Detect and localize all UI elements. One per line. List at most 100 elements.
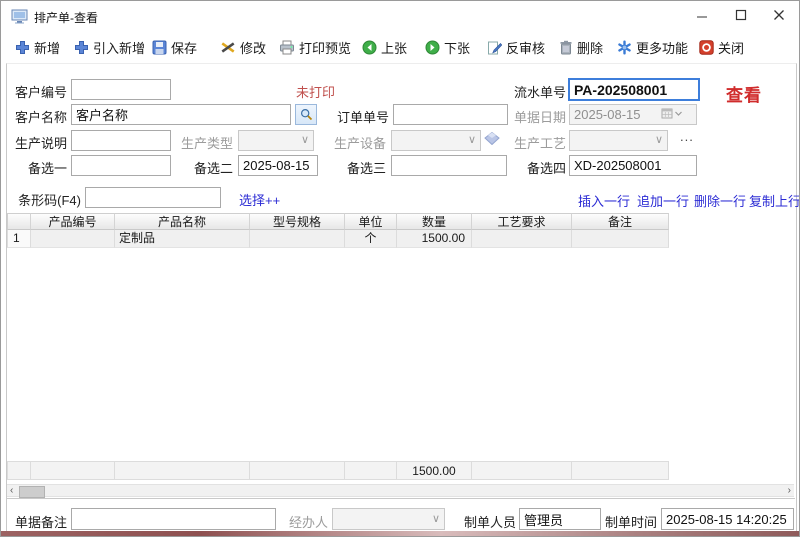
col-header-spec[interactable]: 型号规格: [250, 213, 345, 230]
production-order-window: 排产单-查看 新增 引入新增 保存 修改 打印预览 上张 下张 反审核 删除 更…: [0, 0, 800, 537]
print-preview-button[interactable]: 打印预览: [279, 37, 351, 57]
table-row[interactable]: 1 定制品 个 1500.00: [7, 230, 669, 248]
close-icon: [774, 10, 784, 20]
next-record-icon: [425, 40, 440, 54]
chevron-down-icon: ∨: [300, 134, 309, 146]
cell-product-code[interactable]: [31, 230, 115, 248]
product-table: 产品编号 产品名称 型号规格 单位 数量 工艺要求 备注 1 定制品 个 150…: [7, 213, 669, 248]
prod-equip-label: 生产设备: [333, 136, 386, 151]
prod-type-select[interactable]: ∨: [238, 130, 314, 151]
option4-label: 备选四: [526, 161, 566, 176]
select-plus-link[interactable]: 选择++: [239, 190, 280, 209]
append-row-link[interactable]: 追加一行: [637, 191, 689, 210]
order-no-input[interactable]: [393, 104, 508, 125]
minimize-button[interactable]: [684, 3, 720, 27]
cell-product-name[interactable]: 定制品: [115, 230, 250, 248]
import-add-button[interactable]: 引入新增: [74, 37, 145, 57]
window-bottom-edge: [1, 531, 799, 536]
scroll-right-icon[interactable]: ›: [788, 485, 791, 497]
creator-label: 制单人员: [463, 515, 516, 530]
handler-select[interactable]: ∨: [332, 508, 445, 530]
customer-lookup-button[interactable]: [295, 104, 317, 125]
doc-remark-label: 单据备注: [14, 515, 67, 530]
cell-craft[interactable]: [472, 230, 572, 248]
footer-divider: [6, 498, 795, 499]
handler-label: 经办人: [288, 515, 328, 530]
add-button[interactable]: 新增: [15, 37, 60, 57]
barcode-label: 条形码(F4): [18, 193, 81, 208]
scrollbar-thumb[interactable]: [19, 486, 45, 498]
prev-record-button[interactable]: 上张: [362, 37, 407, 57]
save-button[interactable]: 保存: [152, 37, 197, 57]
close-window-button[interactable]: [761, 3, 797, 27]
prev-record-icon: [362, 40, 377, 54]
save-icon: [152, 40, 167, 54]
option3-input[interactable]: [391, 155, 507, 176]
prod-desc-input[interactable]: [71, 130, 171, 151]
doc-date-picker-button[interactable]: [661, 107, 682, 119]
chevron-down-icon: [675, 111, 682, 116]
chevron-down-icon: ∨: [654, 134, 663, 146]
barcode-input[interactable]: [85, 187, 221, 208]
maximize-button[interactable]: [723, 3, 759, 27]
prod-desc-label: 生产说明: [14, 136, 67, 151]
unaudit-icon: [488, 41, 502, 54]
chevron-down-icon: ∨: [431, 512, 440, 525]
option2-input[interactable]: [238, 155, 318, 176]
scroll-left-icon[interactable]: ‹: [10, 485, 13, 497]
prod-type-label: 生产类型: [180, 136, 233, 151]
col-header-craft[interactable]: 工艺要求: [472, 213, 572, 230]
prod-craft-select[interactable]: ∨: [569, 130, 668, 151]
customer-no-input[interactable]: [71, 79, 171, 100]
copy-row-link[interactable]: 复制上行: [749, 191, 799, 210]
prod-craft-label: 生产工艺: [513, 136, 566, 151]
col-header-product-name[interactable]: 产品名称: [115, 213, 250, 230]
cell-qty[interactable]: 1500.00: [397, 230, 472, 248]
cell-remark[interactable]: [572, 230, 669, 248]
delete-button[interactable]: 删除: [559, 37, 603, 57]
insert-row-link[interactable]: 插入一行: [578, 191, 630, 210]
cell-spec[interactable]: [250, 230, 345, 248]
creator-input[interactable]: [519, 508, 601, 530]
option4-input[interactable]: [569, 155, 697, 176]
horizontal-scrollbar[interactable]: ‹ ›: [7, 484, 794, 498]
modify-button[interactable]: 修改: [220, 37, 266, 57]
calendar-icon: [661, 108, 673, 119]
customer-no-label: 客户编号: [14, 85, 67, 100]
col-header-product-code[interactable]: 产品编号: [31, 213, 115, 230]
doc-remark-input[interactable]: [71, 508, 276, 530]
more-craft-button[interactable]: ...: [680, 129, 694, 144]
next-record-button[interactable]: 下张: [425, 37, 470, 57]
more-functions-button[interactable]: 更多功能: [617, 37, 688, 57]
col-header-qty[interactable]: 数量: [397, 213, 472, 230]
close-form-icon: [699, 39, 714, 55]
col-header-unit[interactable]: 单位: [345, 213, 397, 230]
minimize-icon: [697, 16, 707, 18]
doc-date-label: 单据日期: [513, 110, 566, 125]
serial-no-input[interactable]: [568, 78, 700, 101]
not-printed-status: 未打印: [296, 85, 336, 100]
order-no-label: 订单单号: [336, 110, 389, 125]
option1-input[interactable]: [71, 155, 171, 176]
total-qty-cell: 1500.00: [397, 461, 472, 480]
delete-row-link[interactable]: 删除一行: [694, 191, 746, 210]
option1-label: 备选一: [27, 161, 67, 176]
titlebar: 排产单-查看: [1, 1, 799, 31]
prod-equip-select[interactable]: ∨: [391, 130, 481, 151]
option2-label: 备选二: [193, 161, 233, 176]
customer-name-label: 客户名称: [14, 110, 67, 125]
import-add-icon: [75, 40, 88, 54]
cell-unit[interactable]: 个: [345, 230, 397, 248]
col-header-remark[interactable]: 备注: [572, 213, 669, 230]
close-form-button[interactable]: 关闭: [699, 37, 744, 57]
equip-picker-button[interactable]: [484, 131, 500, 150]
view-mode-badge: 查看: [726, 86, 762, 105]
add-icon: [16, 40, 29, 54]
unaudit-button[interactable]: 反审核: [487, 37, 545, 57]
create-time-input[interactable]: [661, 508, 794, 530]
window-title: 排产单-查看: [34, 11, 98, 25]
table-header-row: 产品编号 产品名称 型号规格 单位 数量 工艺要求 备注: [7, 213, 669, 230]
delete-icon: [560, 40, 572, 54]
customer-name-input[interactable]: [71, 104, 291, 125]
app-icon: [11, 9, 28, 29]
